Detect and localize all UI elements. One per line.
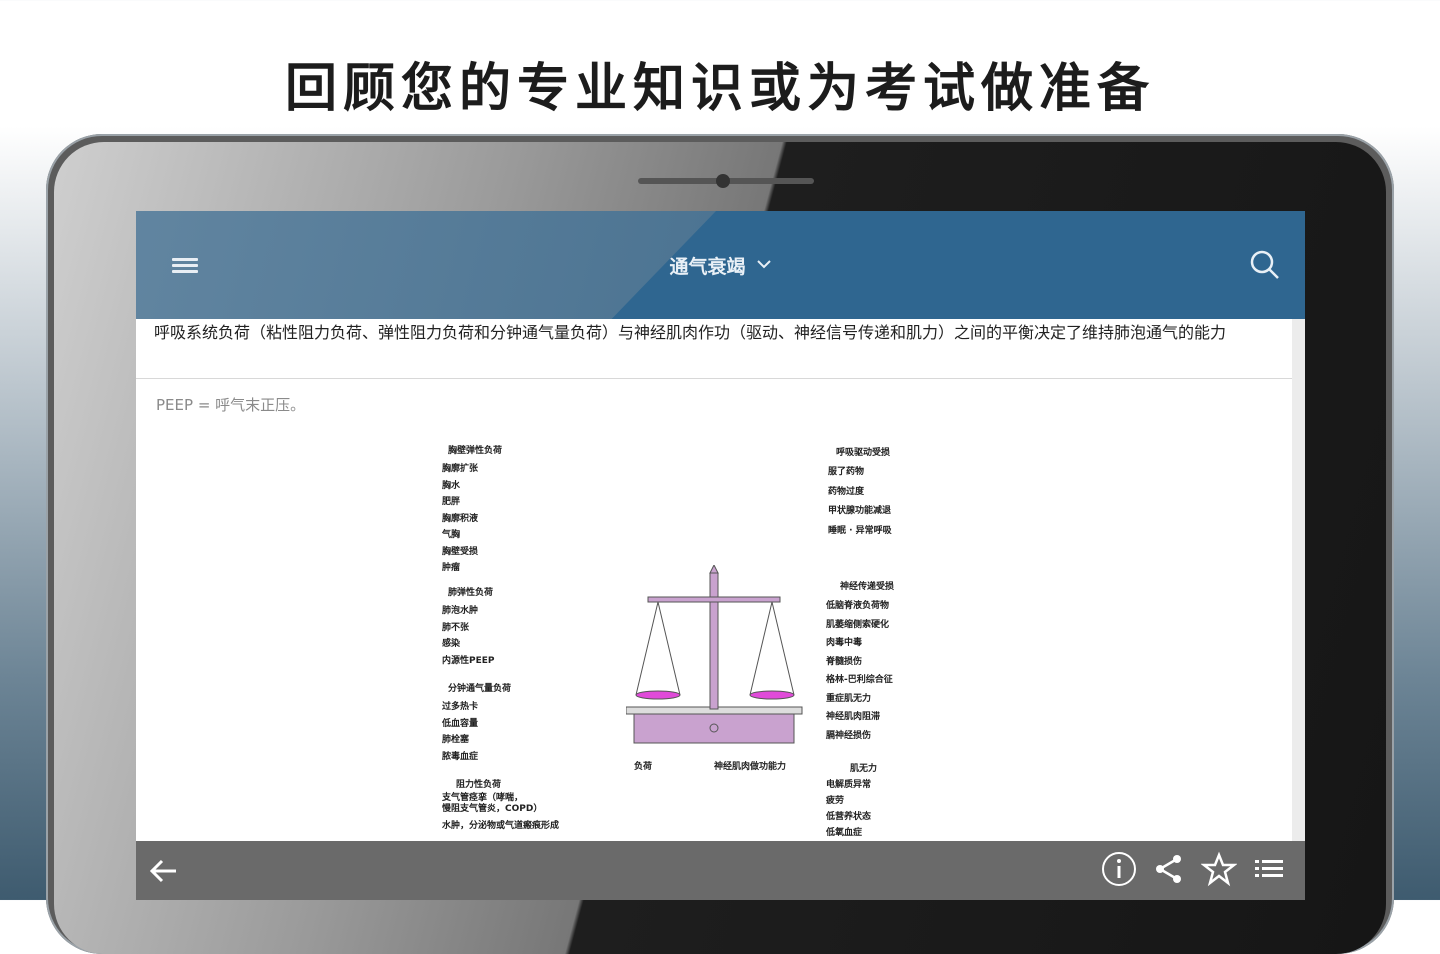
- scale-right-label: 神经肌肉做功能力: [714, 762, 787, 772]
- left-group-list: 过多热卡 低血容量 肺栓塞 脓毒血症: [442, 702, 479, 762]
- app-bar: 通气衰竭: [136, 211, 1305, 319]
- search-icon[interactable]: [1247, 247, 1283, 283]
- topic-selector[interactable]: 通气衰竭: [669, 252, 771, 279]
- right-group-list: 服了药物 药物过度 甲状腺功能减退 睡眠 · 异常呼吸: [828, 467, 892, 536]
- list-icon[interactable]: [1251, 851, 1287, 887]
- app-screen: 通气衰竭 呼吸系统负荷（粘性阻力负荷、弹性阻力负荷和分钟通气量负荷）与神经肌肉作…: [136, 211, 1305, 900]
- summary-text: 呼吸系统负荷（粘性阻力负荷、弹性阻力负荷和分钟通气量负荷）与神经肌肉作功（驱动、…: [136, 319, 1292, 379]
- camera-icon: [716, 174, 730, 188]
- footnote-peep: PEEP = 呼气末正压。: [156, 396, 306, 414]
- left-group-title: 分钟通气量负荷: [448, 684, 512, 694]
- right-group-list: 电解质异常 疲劳 低营养状态 低氧血症: [826, 780, 872, 838]
- hamburger-menu-icon[interactable]: [172, 255, 198, 275]
- right-group-list: 低脑脊液负荷物 肌萎缩侧索硬化 肉毒中毒 脊髓损伤 格林-巴利综合征 重症肌无力 神经肌肉阻…: [826, 601, 893, 741]
- star-icon[interactable]: [1200, 851, 1238, 887]
- right-group-title: 神经传递受损: [840, 582, 895, 592]
- right-group-title: 呼吸驱动受损: [836, 448, 891, 458]
- chevron-down-icon: [756, 257, 772, 273]
- left-group-title: 阻力性负荷: [456, 780, 502, 790]
- left-group-title: 肺弹性负荷: [448, 588, 494, 598]
- left-group-title: 胸壁弹性负荷: [448, 446, 503, 456]
- left-group-list: 支气管痉挛（哮喘， 慢阻支气管炎，COPD） 水肿，分泌物或气道瘢痕形成: [442, 793, 560, 831]
- toolbar-actions: [1101, 851, 1287, 887]
- share-icon[interactable]: [1151, 851, 1187, 887]
- app-bar-title: 通气衰竭: [669, 255, 746, 278]
- scale-left-label: 负荷: [634, 762, 653, 772]
- left-group-list: 胸廓扩张 胸水 肥胖 胸廓积液 气胸 胸壁受损 肿瘤: [442, 464, 479, 573]
- balance-scale-icon: [626, 565, 803, 744]
- info-icon[interactable]: [1101, 851, 1137, 887]
- bottom-toolbar: [136, 841, 1305, 900]
- balance-diagram: 胸壁弹性负荷 胸廓扩张 胸水 肥胖 胸廓积液 气胸 胸壁受损 肿瘤 肺弹性负荷 肺泡水肿 肺不…: [416, 431, 936, 851]
- arrow-left-icon[interactable]: [146, 853, 182, 889]
- promo-headline: 回顾您的专业知识或为考试做准备: [284, 59, 1155, 119]
- scrollbar[interactable]: [1292, 319, 1305, 900]
- left-group-list: 肺泡水肿 肺不张 感染 内源性PEEP: [442, 606, 495, 666]
- right-group-title: 肌无力: [850, 764, 878, 774]
